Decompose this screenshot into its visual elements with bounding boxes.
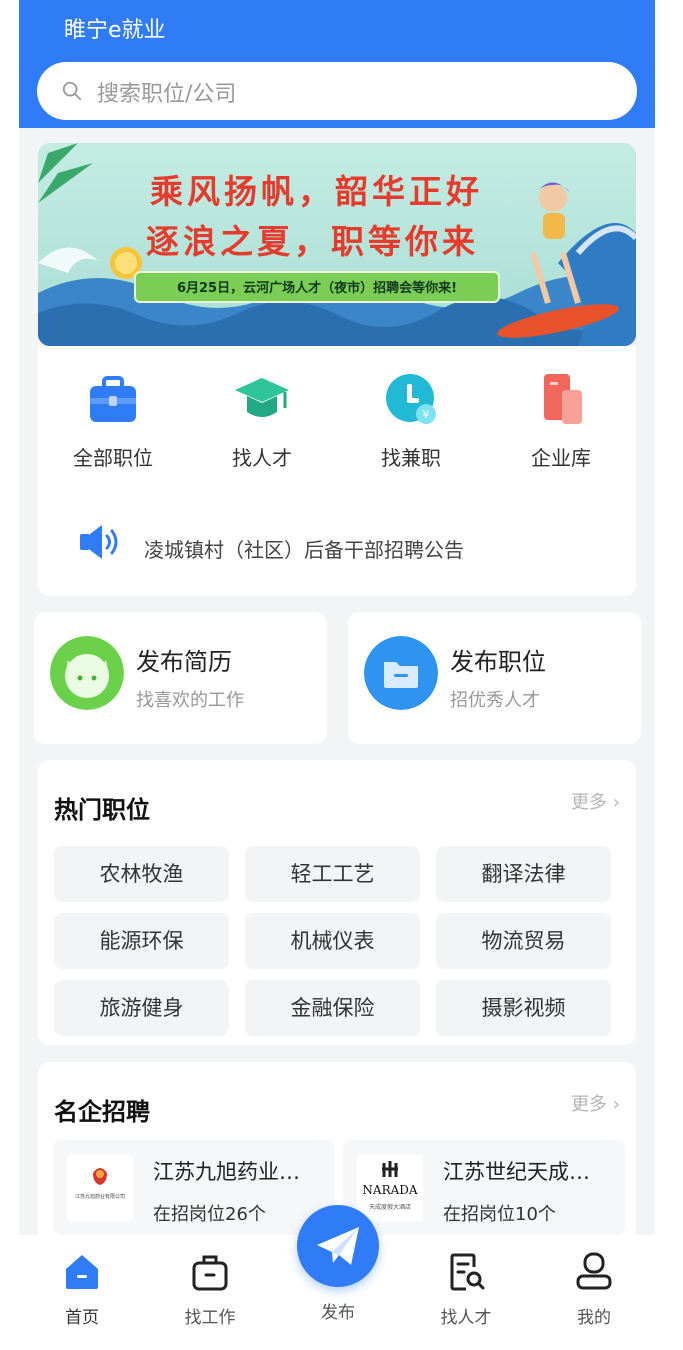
job-tag[interactable]: 金融保险 bbox=[245, 980, 420, 1036]
talent-search-icon bbox=[450, 1253, 485, 1291]
tab-label: 找人才 bbox=[440, 1308, 492, 1328]
tab-label: 首页 bbox=[65, 1308, 99, 1328]
chevron-right-icon: › bbox=[612, 792, 620, 813]
category-all-jobs[interactable]: 全部职位 bbox=[58, 370, 168, 471]
publish-button[interactable] bbox=[297, 1205, 379, 1287]
category-label: 企业库 bbox=[531, 446, 591, 470]
publish-job-title: 发布职位 bbox=[450, 648, 546, 676]
publish-resume-card[interactable]: 发布简历 找喜欢的工作 bbox=[34, 612, 327, 744]
banner-subtitle: 6月25日，云河广场人才（夜市）招聘会等你来! bbox=[134, 271, 500, 303]
hot-jobs-card: 热门职位 更多 › 农林牧渔 轻工工艺 翻译法律 能源环保 机械仪表 物流贸易 … bbox=[38, 760, 636, 1045]
part-time-icon: ¥ bbox=[386, 374, 436, 424]
job-tag[interactable]: 物流贸易 bbox=[436, 913, 611, 969]
user-icon bbox=[576, 1252, 612, 1290]
banner-headline-1: 乘风扬帆，韶华正好 bbox=[150, 172, 483, 211]
category-label: 全部职位 bbox=[73, 446, 153, 470]
job-tag[interactable]: 能源环保 bbox=[54, 913, 229, 969]
category-label: 找兼职 bbox=[381, 446, 441, 470]
publish-tab-label: 发布 bbox=[321, 1303, 355, 1323]
publish-resume-title: 发布简历 bbox=[136, 648, 232, 676]
company-item[interactable]: NARADA 天成度假大酒店 江苏世纪天成… 在招岗位10个 bbox=[343, 1140, 625, 1235]
famous-companies-more-link[interactable]: 更多 › bbox=[571, 1090, 620, 1116]
publish-job-card[interactable]: 发布职位 招优秀人才 bbox=[348, 612, 641, 744]
home-icon bbox=[66, 1255, 98, 1289]
job-tag[interactable]: 农林牧渔 bbox=[54, 846, 229, 902]
svg-text:¥: ¥ bbox=[423, 408, 430, 421]
publish-job-subtitle: 招优秀人才 bbox=[450, 690, 540, 711]
tab-find-job[interactable]: 找工作 bbox=[165, 1249, 255, 1328]
job-tag[interactable]: 轻工工艺 bbox=[245, 846, 420, 902]
job-tag[interactable]: 翻译法律 bbox=[436, 846, 611, 902]
resume-avatar-icon bbox=[50, 636, 124, 710]
chevron-right-icon: › bbox=[612, 1094, 620, 1115]
hot-jobs-more-link[interactable]: 更多 › bbox=[571, 788, 620, 814]
tab-label: 我的 bbox=[577, 1308, 611, 1328]
folder-icon bbox=[364, 636, 438, 710]
publish-resume-subtitle: 找喜欢的工作 bbox=[136, 690, 244, 711]
header-bar: 睢宁e就业 搜索职位/公司 bbox=[19, 0, 655, 128]
speaker-icon bbox=[80, 525, 118, 559]
notice-marquee[interactable]: 凌城镇村（社区）后备干部招聘公告 bbox=[144, 534, 464, 563]
building-icon bbox=[544, 374, 582, 424]
famous-companies-title: 名企招聘 bbox=[54, 1098, 150, 1126]
company-logo-subtext: 天成度假大酒店 bbox=[368, 1204, 411, 1211]
company-logo-text: NARADA bbox=[362, 1183, 418, 1197]
company-logo-text: 江苏九旭药业有限公司 bbox=[74, 1194, 125, 1200]
company-logo: NARADA 天成度假大酒店 bbox=[357, 1155, 423, 1221]
promo-banner[interactable]: 乘风扬帆，韶华正好 逐浪之夏，职等你来 6月25日，云河广场人才（夜市）招聘会等… bbox=[38, 143, 636, 346]
search-placeholder: 搜索职位/公司 bbox=[97, 82, 237, 107]
tab-mine[interactable]: 我的 bbox=[549, 1249, 639, 1328]
app-title: 睢宁e就业 bbox=[64, 18, 166, 43]
job-tag[interactable]: 摄影视频 bbox=[436, 980, 611, 1036]
tab-label: 找工作 bbox=[184, 1308, 236, 1328]
search-input[interactable]: 搜索职位/公司 bbox=[37, 62, 637, 120]
company-logo-mark bbox=[93, 1168, 107, 1185]
company-logo: 江苏九旭药业有限公司 bbox=[67, 1155, 133, 1221]
app-screen: 睢宁e就业 搜索职位/公司 乘风扬帆，韶华正好 逐浪之夏，职等你来 6月25日，… bbox=[19, 0, 655, 1350]
job-tag[interactable]: 旅游健身 bbox=[54, 980, 229, 1036]
category-label: 找人才 bbox=[232, 446, 292, 470]
paper-plane-icon bbox=[317, 1227, 359, 1265]
company-position-count: 在招岗位26个 bbox=[153, 1204, 266, 1225]
job-tag[interactable]: 机械仪表 bbox=[245, 913, 420, 969]
search-icon bbox=[62, 81, 82, 101]
tab-home[interactable]: 首页 bbox=[37, 1249, 127, 1328]
graduation-cap-icon bbox=[235, 378, 289, 417]
tab-find-talent[interactable]: 找人才 bbox=[421, 1249, 511, 1328]
briefcase-icon bbox=[90, 376, 136, 422]
banner-headline-2: 逐浪之夏，职等你来 bbox=[146, 222, 479, 261]
category-company-library[interactable]: 企业库 bbox=[506, 370, 616, 471]
category-find-talent[interactable]: 找人才 bbox=[207, 370, 317, 471]
company-name: 江苏世纪天成… bbox=[443, 1160, 590, 1184]
category-part-time[interactable]: ¥ 找兼职 bbox=[356, 370, 466, 471]
company-position-count: 在招岗位10个 bbox=[443, 1204, 556, 1225]
job-bag-icon bbox=[192, 1255, 228, 1291]
quick-categories-card: 全部职位 找人才 ¥ 找兼职 企业库 凌城镇村（社区）后备干部招聘公告 bbox=[38, 346, 636, 596]
hot-jobs-title: 热门职位 bbox=[54, 796, 150, 824]
more-label: 更多 bbox=[571, 792, 608, 813]
company-item[interactable]: 江苏九旭药业有限公司 江苏九旭药业… 在招岗位26个 bbox=[53, 1140, 335, 1235]
company-name: 江苏九旭药业… bbox=[153, 1160, 300, 1184]
more-label: 更多 bbox=[571, 1094, 608, 1115]
